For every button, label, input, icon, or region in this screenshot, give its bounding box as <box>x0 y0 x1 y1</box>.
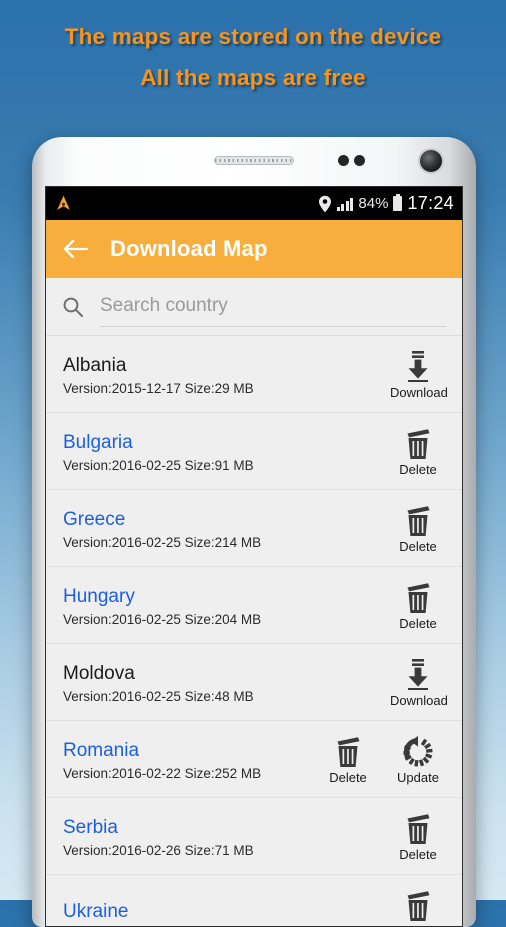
table-row[interactable]: Hungary Version:2016-02-25 Size:204 MBDel… <box>46 566 462 643</box>
front-camera-icon <box>420 150 442 172</box>
download-button[interactable]: Download <box>390 348 446 400</box>
clock-label: 17:24 <box>407 193 454 214</box>
country-version-size: Version:2016-02-25 Size:204 MB <box>63 612 390 627</box>
country-version-size: Version:2016-02-25 Size:48 MB <box>63 689 390 704</box>
earpiece-speaker-icon <box>214 156 294 165</box>
delete-icon <box>390 425 446 461</box>
promo-line-2: All the maps are free <box>0 65 506 91</box>
back-arrow-icon[interactable] <box>62 238 88 260</box>
country-info: Serbia Version:2016-02-26 Size:71 MB <box>63 815 390 858</box>
row-actions: Delete <box>390 502 450 554</box>
row-actions: Delete <box>390 579 450 631</box>
country-name: Romania <box>63 738 320 763</box>
download-label: Download <box>390 693 446 708</box>
delete-button[interactable]: Delete <box>390 425 446 477</box>
country-name: Hungary <box>63 584 390 609</box>
row-actions: Delete <box>390 425 450 477</box>
download-icon <box>390 348 446 384</box>
country-version-size: Version:2016-02-25 Size:214 MB <box>63 535 390 550</box>
promo-line-1: The maps are stored on the device <box>0 24 506 50</box>
country-name: Ukraine <box>63 899 390 924</box>
row-actions: Delete <box>390 810 450 862</box>
delete-button[interactable]: Delete <box>390 579 446 631</box>
country-info: Bulgaria Version:2016-02-25 Size:91 MB <box>63 430 390 473</box>
phone-device: 84% 17:24 Download Map <box>32 137 476 927</box>
country-name: Serbia <box>63 815 390 840</box>
table-row[interactable]: UkraineDelete <box>46 874 462 927</box>
search-input[interactable] <box>100 287 446 327</box>
battery-icon <box>393 196 402 211</box>
delete-icon <box>390 579 446 615</box>
delete-button[interactable]: Delete <box>390 502 446 554</box>
app-bar: Download Map <box>46 220 462 278</box>
location-pin-icon <box>318 195 332 213</box>
country-name: Bulgaria <box>63 430 390 455</box>
search-bar <box>46 278 462 335</box>
light-sensor-icon <box>354 155 365 166</box>
download-button[interactable]: Download <box>390 656 446 708</box>
promo-headline: The maps are stored on the device All th… <box>0 24 506 91</box>
table-row[interactable]: Serbia Version:2016-02-26 Size:71 MBDelet… <box>46 797 462 874</box>
delete-button[interactable]: Delete <box>390 810 446 862</box>
proximity-sensor-icon <box>338 155 349 166</box>
country-version-size: Version:2015-12-17 Size:29 MB <box>63 381 390 396</box>
delete-icon <box>320 733 376 769</box>
delete-label: Delete <box>390 539 446 554</box>
country-name: Albania <box>63 353 390 378</box>
delete-label: Delete <box>320 770 376 785</box>
phone-top-bezel <box>32 137 476 186</box>
country-list: AlbaniaVersion:2015-12-17 Size:29 MBDown… <box>46 335 462 927</box>
country-name: Moldova <box>63 661 390 686</box>
country-info: Hungary Version:2016-02-25 Size:204 MB <box>63 584 390 627</box>
delete-label: Delete <box>390 462 446 477</box>
delete-icon <box>390 887 446 923</box>
country-info: Albania Version:2015-12-17 Size:29 MB <box>63 353 390 396</box>
navigation-arrow-icon <box>54 194 73 213</box>
delete-label: Delete <box>390 847 446 862</box>
country-info: Moldova Version:2016-02-25 Size:48 MB <box>63 661 390 704</box>
download-icon <box>390 656 446 692</box>
row-actions: Download <box>390 656 450 708</box>
signal-bars-icon <box>337 197 354 211</box>
country-version-size: Version:2016-02-25 Size:91 MB <box>63 458 390 473</box>
delete-button[interactable]: Delete <box>320 733 376 785</box>
page-title: Download Map <box>110 236 268 262</box>
table-row[interactable]: Albania Version:2015-12-17 Size:29 MBDown… <box>46 335 462 412</box>
table-row[interactable]: Greece Version:2016-02-25 Size:214 MBDele… <box>46 489 462 566</box>
update-button[interactable]: Update <box>390 733 446 785</box>
table-row[interactable]: Romania Version:2016-02-22 Size:252 MBDel… <box>46 720 462 797</box>
country-name: Greece <box>63 507 390 532</box>
download-label: Download <box>390 385 446 400</box>
delete-icon <box>390 502 446 538</box>
row-actions: Download <box>390 348 450 400</box>
table-row[interactable]: Bulgaria Version:2016-02-25 Size:91 MBDel… <box>46 412 462 489</box>
delete-label: Delete <box>390 616 446 631</box>
country-info: Romania Version:2016-02-22 Size:252 MB <box>63 738 320 781</box>
battery-percent-label: 84% <box>358 195 388 212</box>
country-info: Ukraine <box>63 899 390 927</box>
status-bar: 84% 17:24 <box>46 187 462 220</box>
row-actions: Delete Update <box>320 733 450 785</box>
country-version-size: Version:2016-02-22 Size:252 MB <box>63 766 320 781</box>
delete-button[interactable]: Delete <box>390 887 446 927</box>
country-info: Greece Version:2016-02-25 Size:214 MB <box>63 507 390 550</box>
country-version-size: Version:2016-02-26 Size:71 MB <box>63 843 390 858</box>
update-label: Update <box>390 770 446 785</box>
update-icon <box>390 733 446 769</box>
phone-screen: 84% 17:24 Download Map <box>45 186 463 927</box>
row-actions: Delete <box>390 887 450 927</box>
search-icon[interactable] <box>62 296 84 318</box>
delete-icon <box>390 810 446 846</box>
table-row[interactable]: Moldova Version:2016-02-25 Size:48 MBDown… <box>46 643 462 720</box>
